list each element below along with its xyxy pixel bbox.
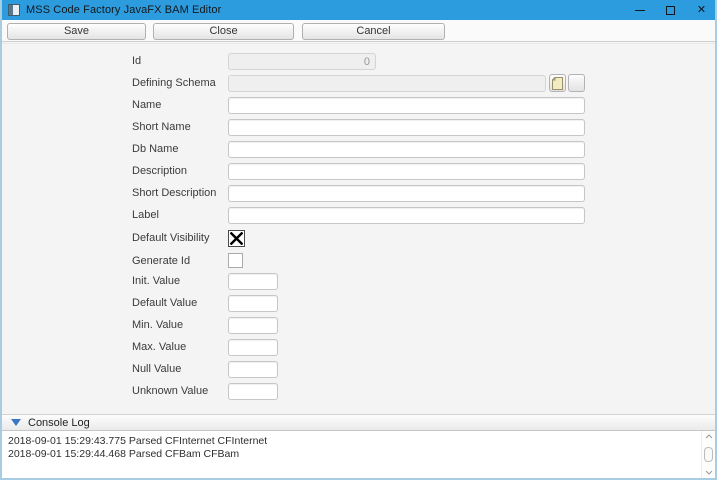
- init-value-input[interactable]: [228, 273, 278, 290]
- cancel-button[interactable]: Cancel: [302, 23, 445, 40]
- description-label: Description: [132, 165, 188, 177]
- toolbar: Save Close Cancel: [2, 20, 715, 42]
- db-name-label: Db Name: [132, 143, 179, 155]
- generate-id-label: Generate Id: [132, 255, 191, 267]
- app-window: MSS Code Factory JavaFX BAM Editor ✕ Sav…: [0, 0, 717, 480]
- min-value-label: Min. Value: [132, 319, 184, 331]
- db-name-input[interactable]: [228, 141, 585, 158]
- init-value-label: Init. Value: [132, 275, 181, 287]
- log-line: 2018-09-01 15:29:44.468 Parsed CFBam CFB…: [8, 448, 240, 460]
- console-log-lines: 2018-09-01 15:29:43.773 Parsed CFInterne…: [8, 431, 715, 461]
- minimize-icon: [634, 9, 645, 11]
- short-description-label: Short Description: [132, 187, 217, 199]
- default-visibility-checkbox[interactable]: [228, 230, 245, 247]
- x-check-icon: [230, 232, 243, 245]
- save-button[interactable]: Save: [7, 23, 146, 40]
- window-controls: ✕: [624, 0, 715, 20]
- default-visibility-label: Default Visibility: [132, 232, 210, 244]
- scroll-down-icon[interactable]: [704, 469, 714, 476]
- app-icon: [8, 4, 20, 16]
- null-value-input[interactable]: [228, 361, 278, 378]
- close-icon: ✕: [696, 3, 707, 16]
- console-log-header[interactable]: Console Log: [2, 414, 715, 431]
- document-icon: [552, 76, 563, 90]
- name-input[interactable]: [228, 97, 585, 114]
- unknown-value-input[interactable]: [228, 383, 278, 400]
- label-label: Label: [132, 209, 159, 221]
- title-bar: MSS Code Factory JavaFX BAM Editor ✕: [2, 0, 715, 20]
- short-description-input[interactable]: [228, 185, 585, 202]
- defining-schema-pick-button[interactable]: [549, 74, 566, 92]
- min-value-input[interactable]: [228, 317, 278, 334]
- max-value-label: Max. Value: [132, 341, 187, 353]
- name-label: Name: [132, 99, 162, 111]
- window-title: MSS Code Factory JavaFX BAM Editor: [26, 4, 222, 16]
- attribute-form: Id Defining Schema Name Short Name Db Na…: [2, 43, 715, 410]
- log-line: 2018-09-01 15:29:43.775 Parsed CFInterne…: [8, 435, 268, 447]
- console-scrollbar[interactable]: [701, 431, 715, 478]
- scroll-up-icon[interactable]: [704, 433, 714, 440]
- minimize-button[interactable]: [624, 0, 655, 20]
- defining-schema-input: [228, 75, 546, 92]
- label-input[interactable]: [228, 207, 585, 224]
- unknown-value-label: Unknown Value: [132, 385, 209, 397]
- id-label: Id: [132, 55, 142, 67]
- close-form-button[interactable]: Close: [153, 23, 294, 40]
- defining-schema-label: Defining Schema: [132, 77, 216, 89]
- scroll-thumb[interactable]: [704, 447, 713, 462]
- default-value-label: Default Value: [132, 297, 198, 309]
- console-log-title: Console Log: [28, 416, 90, 429]
- maximize-button[interactable]: [655, 0, 686, 20]
- defining-schema-clear-button[interactable]: [568, 74, 585, 92]
- maximize-icon: [666, 5, 675, 15]
- null-value-label: Null Value: [132, 363, 182, 375]
- generate-id-checkbox[interactable]: [228, 253, 243, 268]
- short-name-input[interactable]: [228, 119, 585, 136]
- console-log-body: 2018-09-01 15:29:43.773 Parsed CFInterne…: [2, 431, 715, 478]
- default-value-input[interactable]: [228, 295, 278, 312]
- collapse-triangle-icon: [11, 419, 21, 426]
- max-value-input[interactable]: [228, 339, 278, 356]
- id-input: [228, 53, 376, 70]
- description-input[interactable]: [228, 163, 585, 180]
- short-name-label: Short Name: [132, 121, 191, 133]
- close-button[interactable]: ✕: [686, 0, 715, 20]
